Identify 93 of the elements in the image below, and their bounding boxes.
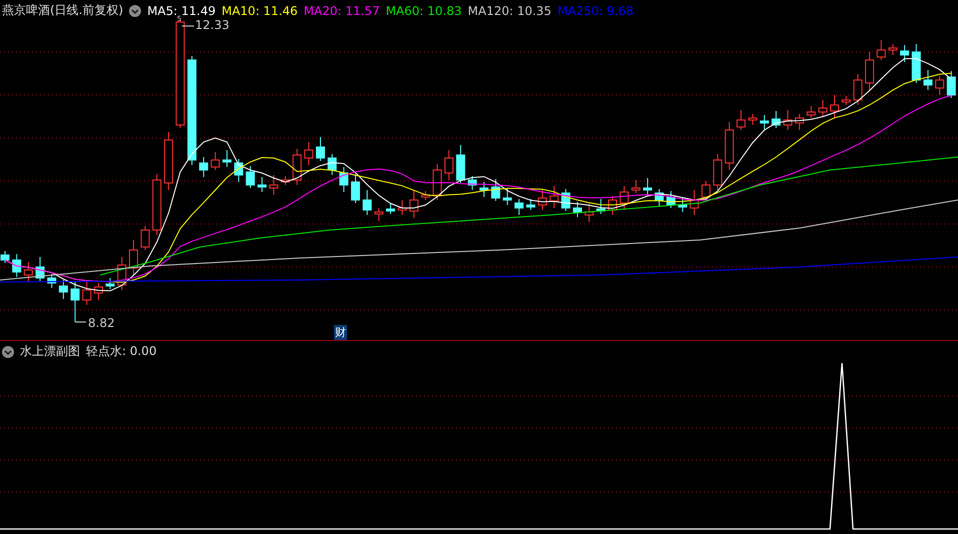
candlestick — [923, 70, 932, 90]
candlestick — [82, 280, 92, 306]
candlestick — [853, 74, 862, 106]
candlestick — [421, 190, 430, 200]
candlestick — [806, 106, 816, 118]
candlestick — [152, 174, 162, 236]
low-price-label: 8.82 — [88, 316, 115, 330]
finance-badge[interactable]: 财 — [334, 325, 347, 340]
candlestick — [374, 208, 384, 222]
candlestick — [456, 144, 466, 184]
candlestick — [912, 44, 921, 84]
candlestick — [280, 176, 290, 186]
dropdown-icon[interactable] — [2, 346, 14, 358]
moving-average-value: MA60: 10.83 — [386, 4, 462, 18]
candlestick — [760, 114, 769, 130]
candlestick — [748, 114, 758, 126]
candlestick — [865, 52, 874, 90]
candlestick — [480, 182, 488, 198]
candlestick — [713, 154, 722, 190]
candlestick — [690, 190, 699, 216]
candlestick — [269, 174, 278, 196]
candlestick — [620, 186, 629, 210]
candlestick — [876, 40, 886, 60]
candlestick — [631, 180, 640, 194]
candlestick — [666, 190, 676, 208]
candlestick — [140, 226, 150, 250]
candlestick — [538, 190, 547, 210]
candlestick — [129, 240, 138, 276]
high-price-label: 12.33 — [195, 18, 230, 32]
candlestick — [316, 136, 325, 162]
candlestick — [724, 122, 734, 170]
candlestick — [409, 190, 418, 218]
candlestick — [58, 280, 68, 300]
candlestick — [842, 96, 851, 106]
candlestick — [362, 190, 372, 216]
candlestick — [491, 178, 500, 202]
candlestick — [70, 280, 80, 322]
candlestick — [830, 94, 839, 118]
candlestick — [94, 282, 103, 300]
candlestick — [736, 110, 746, 130]
candlestick — [935, 76, 944, 96]
moving-average-value: MA120: 10.35 — [468, 4, 552, 18]
candlestick — [561, 188, 570, 212]
candlestick — [584, 204, 594, 222]
candlestick — [258, 176, 267, 192]
chart-title: 燕京啤酒(日线.前复权) — [2, 2, 124, 19]
candlestick — [444, 150, 454, 180]
candlestick — [199, 156, 208, 178]
candlestick — [222, 150, 232, 168]
candlestick — [328, 154, 337, 176]
candlestick — [292, 148, 302, 186]
candlestick — [398, 200, 407, 216]
candlestick — [432, 164, 442, 200]
candlestick — [106, 278, 115, 290]
candlestick — [12, 254, 22, 278]
moving-average-value: MA20: 11.57 — [304, 4, 380, 18]
candlestick — [550, 186, 559, 208]
candlestick — [946, 70, 956, 98]
candlestick — [24, 262, 33, 282]
candlestick — [304, 142, 314, 166]
candlestick — [643, 178, 652, 196]
dropdown-icon[interactable] — [129, 4, 142, 16]
candlestick — [339, 166, 348, 192]
candlestick — [36, 256, 45, 282]
candlestick — [701, 180, 710, 200]
candlestick — [794, 114, 804, 130]
candlestick — [772, 110, 781, 128]
indicator-value: 轻点水: 0.00 — [86, 343, 157, 360]
candlestick — [818, 100, 828, 118]
candlestick — [351, 174, 360, 204]
candlestick — [234, 158, 244, 182]
moving-average-value: MA250: 9.68 — [557, 4, 634, 18]
candlestick — [678, 196, 688, 212]
candlestick — [468, 176, 477, 190]
candlestick — [0, 250, 10, 264]
candlestick — [596, 198, 606, 214]
indicator-title: 水上漂副图 — [20, 343, 80, 360]
candlestick — [900, 44, 910, 62]
candlestick — [888, 44, 898, 56]
candlestick — [526, 198, 536, 210]
candlestick — [502, 188, 512, 206]
candlestick — [514, 198, 524, 216]
candlestick — [47, 274, 56, 288]
candlestick — [117, 256, 126, 290]
moving-average-value: MA10: 11.46 — [222, 4, 298, 18]
candlestick — [608, 196, 617, 216]
candlestick — [654, 188, 664, 208]
candlestick — [386, 202, 396, 214]
candlestick — [210, 152, 220, 170]
candlestick — [572, 202, 582, 218]
candlestick — [783, 110, 792, 130]
candlestick — [246, 166, 255, 188]
candlestick — [164, 132, 174, 190]
